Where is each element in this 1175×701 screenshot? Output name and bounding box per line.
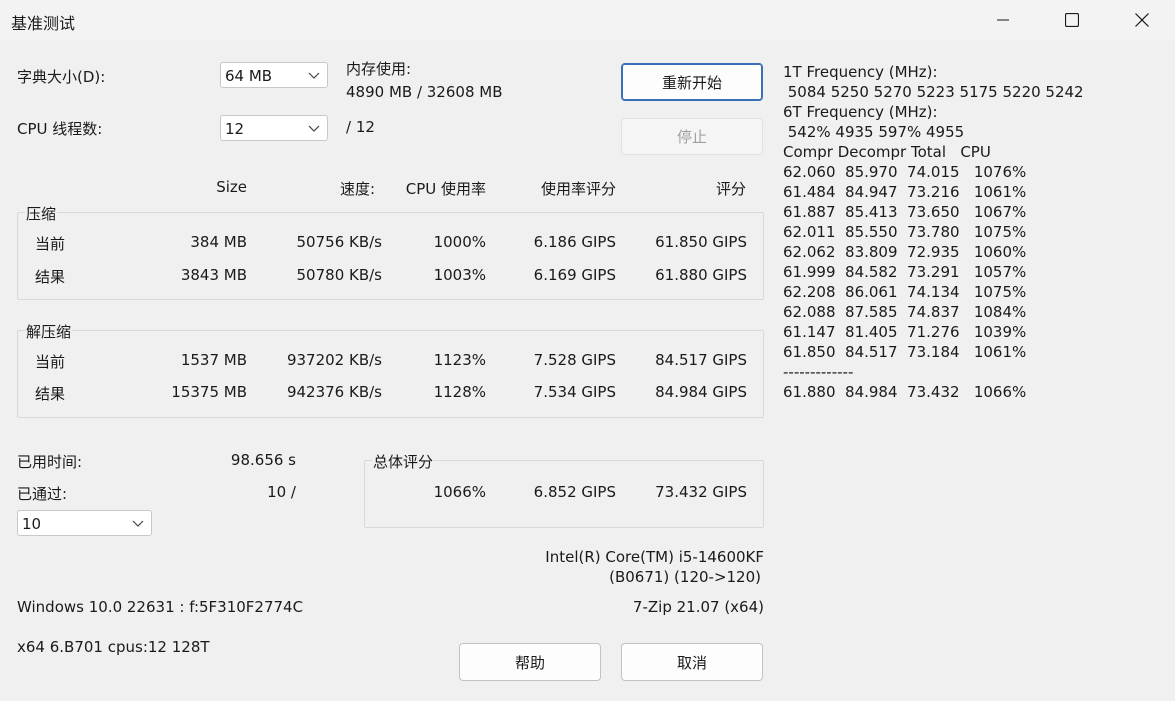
column-header-speed: 速度: <box>339 180 375 198</box>
cell-size: 15375 MB <box>171 383 247 401</box>
decompress-group-title: 解压缩 <box>25 321 73 342</box>
chevron-down-icon <box>132 520 144 527</box>
passes-select[interactable]: 10 <box>17 510 152 536</box>
log-line: ------------- <box>783 363 854 381</box>
compress-group-title: 压缩 <box>25 203 58 224</box>
log-line: 542% 4935 597% 4955 <box>783 123 965 141</box>
cell-size: 1537 MB <box>180 351 247 369</box>
window-title: 基准测试 <box>11 14 76 33</box>
cpu-details: (B0671) (120->120) <box>609 568 761 586</box>
log-line: 61.880 84.984 73.432 1066% <box>783 383 1027 401</box>
cell-speed: 50780 KB/s <box>296 266 382 284</box>
restart-button[interactable]: 重新开始 <box>621 63 763 101</box>
log-line: 62.060 85.970 74.015 1076% <box>783 163 1027 181</box>
chevron-down-icon <box>308 72 320 79</box>
log-line: 5084 5250 5270 5223 5175 5220 5242 <box>783 83 1084 101</box>
row-label: 结果 <box>35 385 66 403</box>
cell-usage: 1003% <box>433 266 486 284</box>
minimize-icon <box>997 19 1009 21</box>
log-line: 1T Frequency (MHz): <box>783 63 938 81</box>
decompress-group <box>17 330 764 418</box>
cell-usage: 1128% <box>433 383 486 401</box>
cpu-name: Intel(R) Core(TM) i5-14600KF <box>545 548 764 566</box>
maximize-button[interactable] <box>1049 0 1095 40</box>
elapsed-time-label: 已用时间: <box>17 453 83 471</box>
log-line: 61.147 81.405 71.276 1039% <box>783 323 1027 341</box>
column-header-cpu-usage: CPU 使用率 <box>405 180 486 198</box>
cell-usage: 1123% <box>433 351 486 369</box>
cell-speed: 942376 KB/s <box>286 383 382 401</box>
row-label: 当前 <box>35 235 66 253</box>
cell-size: 3843 MB <box>180 266 247 284</box>
total-rating: 73.432 GIPS <box>655 483 747 501</box>
arch-info: x64 6.B701 cpus:12 128T <box>17 638 210 656</box>
cell-rating: 61.880 GIPS <box>655 266 747 284</box>
column-header-size: Size <box>216 178 247 196</box>
cell-rating: 84.517 GIPS <box>655 351 747 369</box>
elapsed-time-value: 98.656 s <box>230 451 296 469</box>
chevron-down-icon <box>308 125 320 132</box>
log-line: 61.887 85.413 73.650 1067% <box>783 203 1027 221</box>
total-usage-rating: 6.852 GIPS <box>533 483 616 501</box>
cell-speed: 50756 KB/s <box>296 233 382 251</box>
dict-size-label: 字典大小(D): <box>17 68 106 86</box>
cell-rating: 61.850 GIPS <box>655 233 747 251</box>
row-label: 当前 <box>35 353 66 371</box>
cpu-threads-value: 12 <box>225 120 245 138</box>
cpu-threads-label: CPU 线程数: <box>17 120 103 138</box>
cell-usage-rating: 7.534 GIPS <box>533 383 616 401</box>
row-label: 结果 <box>35 268 66 286</box>
log-line: 61.850 84.517 73.184 1061% <box>783 343 1027 361</box>
minimize-button[interactable] <box>980 0 1026 40</box>
cell-size: 384 MB <box>190 233 247 251</box>
cancel-button[interactable]: 取消 <box>621 643 763 681</box>
cpu-threads-select[interactable]: 12 <box>220 115 328 141</box>
log-line: 6T Frequency (MHz): <box>783 103 938 121</box>
close-button[interactable] <box>1119 0 1165 40</box>
os-info: Windows 10.0 22631 : f:5F310F2774C <box>17 598 304 616</box>
log-line: 62.062 83.809 72.935 1060% <box>783 243 1027 261</box>
cell-usage-rating: 7.528 GIPS <box>533 351 616 369</box>
cpu-threads-max: / 12 <box>346 118 375 136</box>
cell-usage: 1000% <box>433 233 486 251</box>
passes-value: 10 / <box>267 483 296 501</box>
maximize-icon <box>1065 13 1079 27</box>
total-rating-title: 总体评分 <box>372 451 435 472</box>
log-line: 62.208 86.061 74.134 1075% <box>783 283 1027 301</box>
title-bar: 基准测试 <box>0 0 1175 40</box>
passes-label: 已通过: <box>17 485 68 503</box>
cell-usage-rating: 6.169 GIPS <box>533 266 616 284</box>
cell-speed: 937202 KB/s <box>286 351 382 369</box>
column-header-rating: 评分 <box>715 180 746 198</box>
help-button[interactable]: 帮助 <box>459 643 601 681</box>
memory-usage-label: 内存使用: <box>346 60 412 78</box>
total-usage: 1066% <box>433 483 486 501</box>
close-icon <box>1135 13 1149 27</box>
log-line: 62.088 87.585 74.837 1084% <box>783 303 1027 321</box>
log-line: 61.999 84.582 73.291 1057% <box>783 263 1027 281</box>
column-header-usage-rating: 使用率评分 <box>540 180 616 198</box>
cell-rating: 84.984 GIPS <box>655 383 747 401</box>
stop-button[interactable]: 停止 <box>621 118 763 155</box>
dict-size-value: 64 MB <box>225 67 273 85</box>
passes-select-value: 10 <box>22 515 42 533</box>
log-line: 61.484 84.947 73.216 1061% <box>783 183 1027 201</box>
log-line: Compr Decompr Total CPU <box>783 143 991 161</box>
compress-group <box>17 212 764 300</box>
cell-usage-rating: 6.186 GIPS <box>533 233 616 251</box>
memory-usage-value: 4890 MB / 32608 MB <box>346 83 503 101</box>
app-version: 7-Zip 21.07 (x64) <box>632 598 764 616</box>
dict-size-select[interactable]: 64 MB <box>220 62 328 88</box>
log-line: 62.011 85.550 73.780 1075% <box>783 223 1027 241</box>
